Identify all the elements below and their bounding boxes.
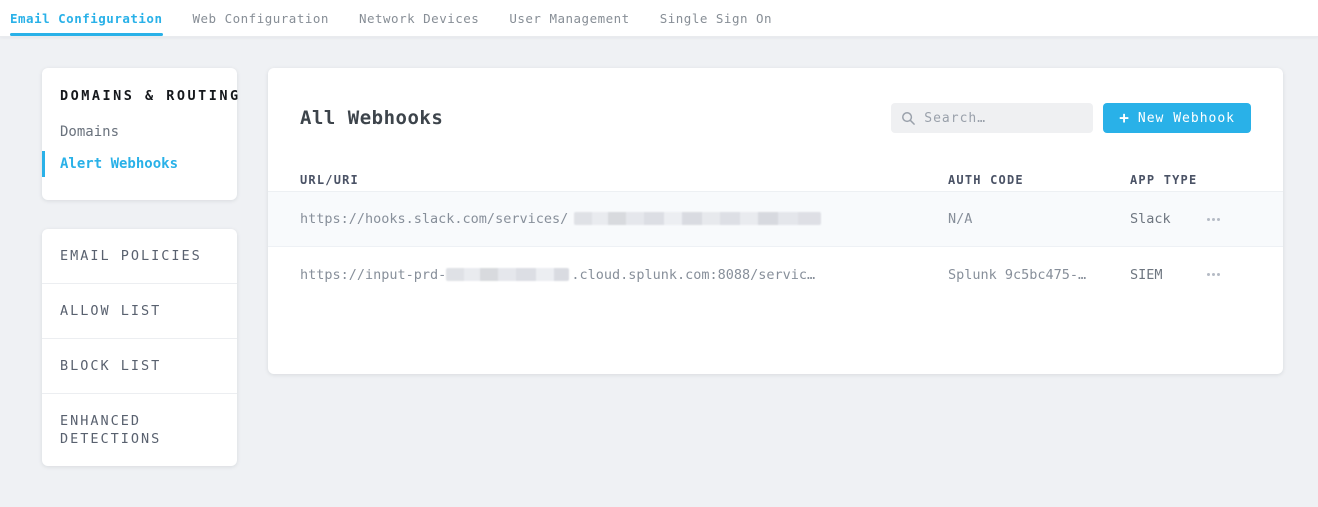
webhook-app-type: Slack [1130, 211, 1207, 227]
sidebar-item-domains[interactable]: Domains [42, 116, 237, 148]
sidebar: DOMAINS & ROUTING Domains Alert Webhooks… [42, 68, 237, 466]
tab-user-management[interactable]: User Management [509, 0, 629, 36]
sidebar-item-block-list[interactable]: BLOCK LIST [42, 338, 237, 393]
row-actions-menu-icon[interactable] [1207, 273, 1221, 276]
webhook-auth-code: Splunk 9c5bc475-… [948, 267, 1130, 283]
row-actions-menu-icon[interactable] [1207, 218, 1221, 221]
table-row[interactable]: https://hooks.slack.com/services/ N/A Sl… [268, 192, 1283, 247]
tab-network-devices[interactable]: Network Devices [359, 0, 479, 36]
top-navigation: Email Configuration Web Configuration Ne… [0, 0, 1318, 37]
sidebar-sections-card: EMAIL POLICIES ALLOW LIST BLOCK LIST ENH… [42, 229, 237, 466]
plus-icon: + [1119, 110, 1130, 126]
page-title: All Webhooks [300, 107, 443, 129]
sidebar-item-email-policies[interactable]: EMAIL POLICIES [42, 229, 237, 283]
sidebar-item-alert-webhooks[interactable]: Alert Webhooks [42, 148, 237, 180]
search-box[interactable] [891, 103, 1093, 133]
tab-single-sign-on[interactable]: Single Sign On [660, 0, 772, 36]
tab-web-configuration[interactable]: Web Configuration [193, 0, 329, 36]
table-row[interactable]: https://input-prd-.cloud.splunk.com:8088… [268, 247, 1283, 302]
search-input[interactable] [924, 111, 1083, 126]
search-icon [901, 111, 916, 126]
webhooks-header: All Webhooks + New Webhook [268, 68, 1283, 168]
sidebar-item-enhanced-detections[interactable]: ENHANCED DETECTIONS [42, 393, 237, 466]
sidebar-item-allow-list[interactable]: ALLOW LIST [42, 283, 237, 338]
new-webhook-label: New Webhook [1138, 111, 1235, 126]
table-header: URL/URI AUTH CODE APP TYPE [268, 168, 1283, 192]
column-header-app-type: APP TYPE [1130, 173, 1207, 187]
new-webhook-button[interactable]: + New Webhook [1103, 103, 1251, 133]
webhook-url: https://hooks.slack.com/services/ [300, 211, 948, 227]
redacted-blur [446, 268, 569, 281]
column-header-url: URL/URI [300, 173, 948, 187]
domains-routing-card: DOMAINS & ROUTING Domains Alert Webhooks [42, 68, 237, 200]
webhooks-panel: All Webhooks + New Webhook URL/URI AUTH … [268, 68, 1283, 374]
webhook-auth-code: N/A [948, 211, 1130, 227]
redacted-blur [574, 212, 821, 225]
webhook-url: https://input-prd-.cloud.splunk.com:8088… [300, 267, 948, 283]
header-actions: + New Webhook [891, 103, 1251, 133]
tab-email-configuration[interactable]: Email Configuration [10, 0, 163, 36]
domains-routing-title: DOMAINS & ROUTING [42, 88, 237, 104]
webhook-app-type: SIEM [1130, 267, 1207, 283]
column-header-auth-code: AUTH CODE [948, 173, 1130, 187]
